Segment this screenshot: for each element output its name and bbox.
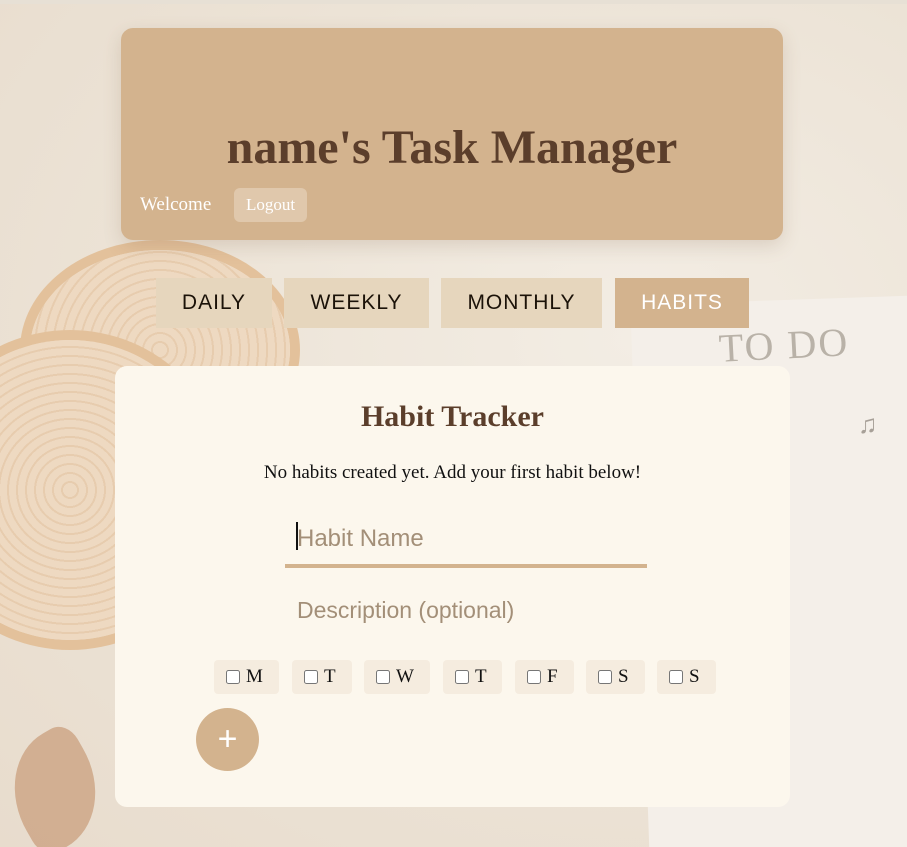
day-saturday-checkbox[interactable]	[598, 670, 612, 684]
habit-tracker-card: Habit Tracker No habits created yet. Add…	[115, 366, 790, 807]
background-mark: ♫	[858, 410, 878, 439]
habit-name-input[interactable]	[285, 514, 647, 568]
tab-daily[interactable]: DAILY	[156, 278, 272, 328]
page-title: name's Task Manager	[226, 121, 678, 174]
day-friday-checkbox[interactable]	[527, 670, 541, 684]
habit-description-input[interactable]	[285, 592, 647, 628]
day-label: S	[618, 666, 629, 687]
day-friday[interactable]: F	[515, 660, 574, 694]
weekday-selector: M T W T F S S	[115, 660, 790, 694]
logout-button[interactable]: Logout	[234, 188, 308, 222]
day-label: W	[396, 666, 414, 687]
tab-weekly[interactable]: WEEKLY	[284, 278, 429, 328]
welcome-text: Welcome	[140, 194, 212, 215]
tab-habits[interactable]: HABITS	[615, 278, 749, 328]
day-tuesday[interactable]: T	[292, 660, 352, 694]
day-sunday[interactable]: S	[657, 660, 716, 694]
habit-tracker-title: Habit Tracker	[360, 400, 545, 433]
day-label: S	[689, 666, 700, 687]
tab-bar: DAILY WEEKLY MONTHLY HABITS	[0, 278, 907, 328]
app-header: name's Task Manager Welcome Logout	[121, 28, 783, 240]
tab-monthly[interactable]: MONTHLY	[441, 278, 602, 328]
day-label: T	[475, 666, 487, 687]
day-label: F	[547, 666, 558, 687]
add-habit-button[interactable]: +	[196, 708, 259, 771]
day-thursday[interactable]: T	[443, 660, 502, 694]
text-cursor	[296, 522, 298, 550]
day-wednesday[interactable]: W	[364, 660, 430, 694]
day-label: T	[324, 666, 336, 687]
day-thursday-checkbox[interactable]	[455, 670, 469, 684]
empty-state-message: No habits created yet. Add your first ha…	[263, 462, 642, 483]
day-label: M	[246, 666, 263, 687]
day-wednesday-checkbox[interactable]	[376, 670, 390, 684]
day-sunday-checkbox[interactable]	[669, 670, 683, 684]
top-strip	[0, 0, 907, 4]
day-tuesday-checkbox[interactable]	[304, 670, 318, 684]
day-monday[interactable]: M	[214, 660, 279, 694]
day-saturday[interactable]: S	[586, 660, 645, 694]
day-monday-checkbox[interactable]	[226, 670, 240, 684]
